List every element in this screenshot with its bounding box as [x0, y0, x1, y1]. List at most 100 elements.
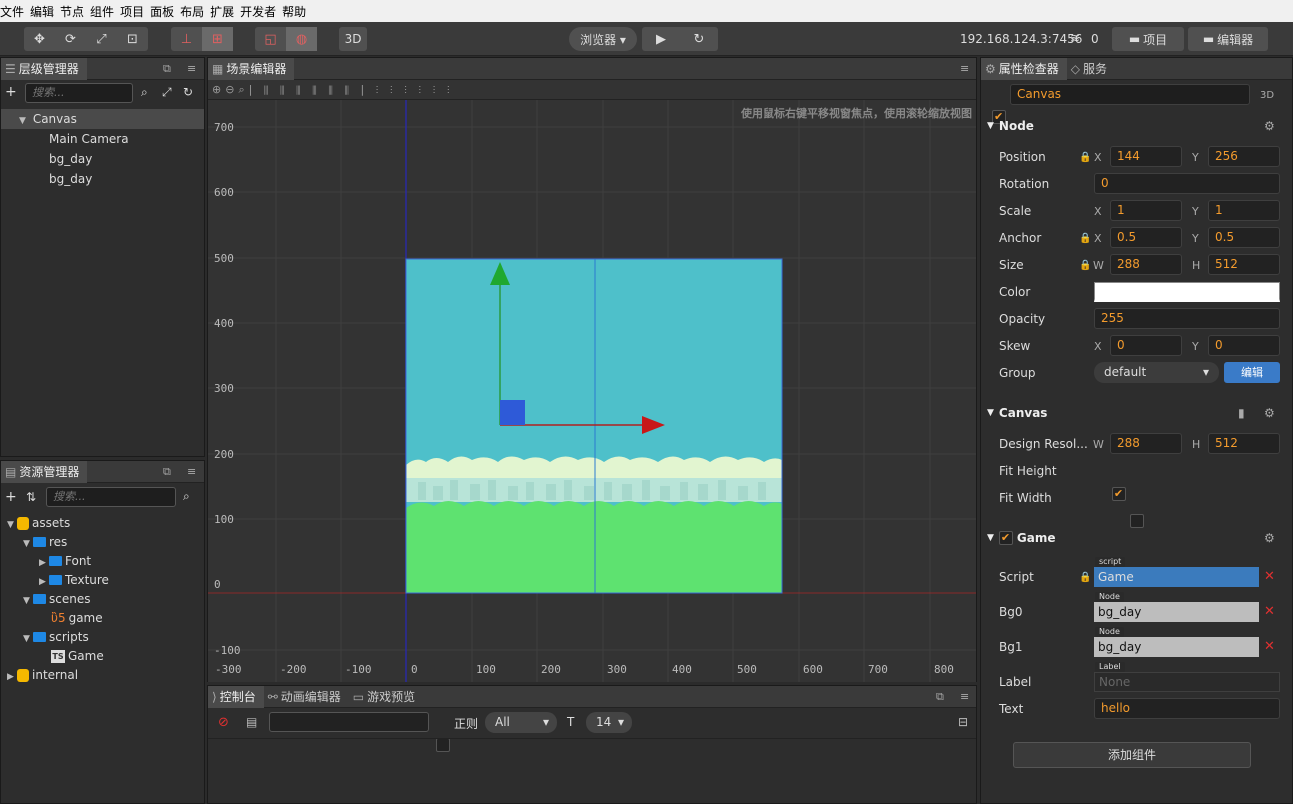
book-icon[interactable]: ▮: [1238, 406, 1245, 420]
zoom-out-icon[interactable]: ⊖: [225, 83, 238, 96]
tree-item-font[interactable]: ▶ Font: [39, 551, 91, 571]
settings-icon[interactable]: ⚙: [1264, 406, 1275, 420]
menu-item[interactable]: 扩展: [210, 3, 240, 20]
tab-animation[interactable]: ⚯ 动画编辑器: [264, 686, 349, 708]
remove-icon[interactable]: ✕: [1264, 639, 1275, 654]
opacity-input[interactable]: 255: [1094, 308, 1280, 329]
rotate-tool-icon[interactable]: ⟳: [55, 27, 86, 51]
editor-button[interactable]: ▬ 编辑器: [1188, 27, 1268, 51]
collapse-icon[interactable]: ⊟: [958, 715, 968, 729]
add-icon[interactable]: +: [5, 489, 17, 505]
label-field[interactable]: None: [1094, 672, 1280, 692]
popout-icon[interactable]: ⧉: [163, 465, 171, 479]
remove-icon[interactable]: ✕: [1264, 604, 1275, 619]
menu-icon[interactable]: ≡: [187, 465, 196, 478]
tab-services[interactable]: ◇ 服务: [1067, 58, 1115, 80]
menu-item[interactable]: 布局: [180, 3, 210, 20]
text-input[interactable]: hello: [1094, 698, 1280, 719]
menu-item[interactable]: 文件: [0, 3, 30, 20]
zoom-in-icon[interactable]: ⊕: [212, 83, 225, 96]
game-section-header[interactable]: ▼ Game ⚙: [981, 526, 1283, 550]
design-h-input[interactable]: 512: [1208, 433, 1280, 454]
expand-icon[interactable]: ⤢: [162, 85, 172, 100]
size-h-input[interactable]: 512: [1208, 254, 1280, 275]
tree-item-canvas[interactable]: ▼ Canvas: [1, 109, 204, 129]
popout-icon[interactable]: ⧉: [163, 62, 171, 76]
skew-y-input[interactable]: 0: [1208, 335, 1280, 356]
tree-item-texture[interactable]: ▶ Texture: [39, 570, 109, 590]
search-icon[interactable]: ⌕: [141, 85, 148, 100]
scene-viewport[interactable]: [208, 100, 976, 682]
game-enabled-checkbox[interactable]: [998, 531, 1013, 545]
menu-icon[interactable]: ≡: [187, 62, 196, 75]
zoom-reset-icon[interactable]: ⌕: [238, 83, 248, 96]
move-tool-icon[interactable]: ✥: [24, 27, 55, 51]
tree-item-internal[interactable]: ▶ internal: [7, 665, 78, 685]
tab-hierarchy[interactable]: ☰ 层级管理器: [1, 57, 87, 80]
anchor-x-input[interactable]: 0.5: [1110, 227, 1182, 248]
3d-toggle-button[interactable]: 3D: [339, 27, 367, 51]
menu-item[interactable]: 节点: [60, 3, 90, 20]
tree-item-scenes[interactable]: ▼ scenes: [23, 589, 90, 609]
settings-icon[interactable]: ⚙: [1264, 119, 1275, 133]
font-size-select[interactable]: 14 ▾: [586, 712, 632, 733]
tree-item-res[interactable]: ▼ res: [23, 532, 67, 552]
scale-x-input[interactable]: 1: [1110, 200, 1182, 221]
group-edit-button[interactable]: 编辑: [1224, 362, 1280, 383]
local-icon[interactable]: ◱: [255, 27, 286, 51]
skew-x-input[interactable]: 0: [1110, 335, 1182, 356]
scale-y-input[interactable]: 1: [1208, 200, 1280, 221]
pivot-icon[interactable]: ⊥: [171, 27, 202, 51]
log-file-icon[interactable]: ▤: [246, 715, 257, 729]
position-y-input[interactable]: 256: [1208, 146, 1280, 167]
menu-item[interactable]: 帮助: [282, 3, 312, 20]
tab-scene[interactable]: ▦ 场景编辑器: [208, 57, 295, 80]
bg0-field[interactable]: bg_day: [1094, 602, 1259, 622]
project-button[interactable]: ▬ 项目: [1112, 27, 1184, 51]
center-icon[interactable]: ⊞: [202, 27, 233, 51]
console-filter-input[interactable]: [269, 712, 429, 732]
clear-icon[interactable]: ⊘: [218, 715, 229, 730]
add-icon[interactable]: +: [5, 84, 17, 100]
design-w-input[interactable]: 288: [1110, 433, 1182, 454]
tab-console[interactable]: ⟩ 控制台: [208, 685, 264, 708]
add-component-button[interactable]: 添加组件: [1013, 742, 1251, 768]
node-section-header[interactable]: ▼ Node ⚙: [981, 114, 1283, 138]
refresh-icon[interactable]: ↻: [680, 27, 718, 51]
anchor-y-input[interactable]: 0.5: [1208, 227, 1280, 248]
fit-height-checkbox[interactable]: [1111, 486, 1126, 501]
position-x-input[interactable]: 144: [1110, 146, 1182, 167]
script-field[interactable]: Game: [1094, 567, 1259, 587]
menu-icon[interactable]: ≡: [960, 62, 969, 75]
align-icons[interactable]: | ⫴ ⫴ ⫴ ⫴ ⫴ ⫴ | ⫶ ⫶ ⫶ ⫶ ⫶ ⫶: [249, 83, 454, 96]
tree-item-main-camera[interactable]: Main Camera: [49, 129, 129, 149]
menu-item[interactable]: 开发者: [240, 3, 282, 20]
menu-icon[interactable]: ≡: [960, 690, 969, 703]
group-select[interactable]: default ▾: [1094, 362, 1219, 383]
hierarchy-search-input[interactable]: 搜索...: [25, 83, 133, 103]
search-icon[interactable]: ⌕: [183, 489, 190, 504]
refresh-icon[interactable]: ↻: [183, 85, 193, 99]
scale-tool-icon[interactable]: ⤢: [86, 27, 117, 51]
menu-item[interactable]: 项目: [120, 3, 150, 20]
tab-assets[interactable]: ▤ 资源管理器: [1, 460, 88, 483]
node-name-input[interactable]: Canvas: [1010, 84, 1250, 105]
menu-item[interactable]: 面板: [150, 3, 180, 20]
remove-icon[interactable]: ✕: [1264, 569, 1275, 584]
bg1-field[interactable]: bg_day: [1094, 637, 1259, 657]
rect-tool-icon[interactable]: ⊡: [117, 27, 148, 51]
lock-icon[interactable]: 🔒: [1079, 233, 1091, 244]
tree-item-game-scene[interactable]: ὒ5 game: [51, 608, 103, 628]
color-swatch[interactable]: [1094, 282, 1280, 302]
lock-icon[interactable]: 🔒: [1079, 152, 1091, 163]
tab-game-preview[interactable]: ▭ 游戏预览: [349, 686, 423, 708]
menu-item[interactable]: 编辑: [30, 3, 60, 20]
tree-item-assets[interactable]: ▼ assets: [7, 513, 70, 533]
canvas-section-header[interactable]: ▼ Canvas ▮ ⚙: [981, 401, 1283, 425]
sort-icon[interactable]: ⇅: [26, 490, 36, 504]
lock-icon[interactable]: 🔒: [1079, 260, 1091, 271]
size-w-input[interactable]: 288: [1110, 254, 1182, 275]
tree-item-game-script[interactable]: TS Game: [51, 646, 104, 666]
assets-search-input[interactable]: 搜索...: [46, 487, 176, 507]
rotation-input[interactable]: 0: [1094, 173, 1280, 194]
